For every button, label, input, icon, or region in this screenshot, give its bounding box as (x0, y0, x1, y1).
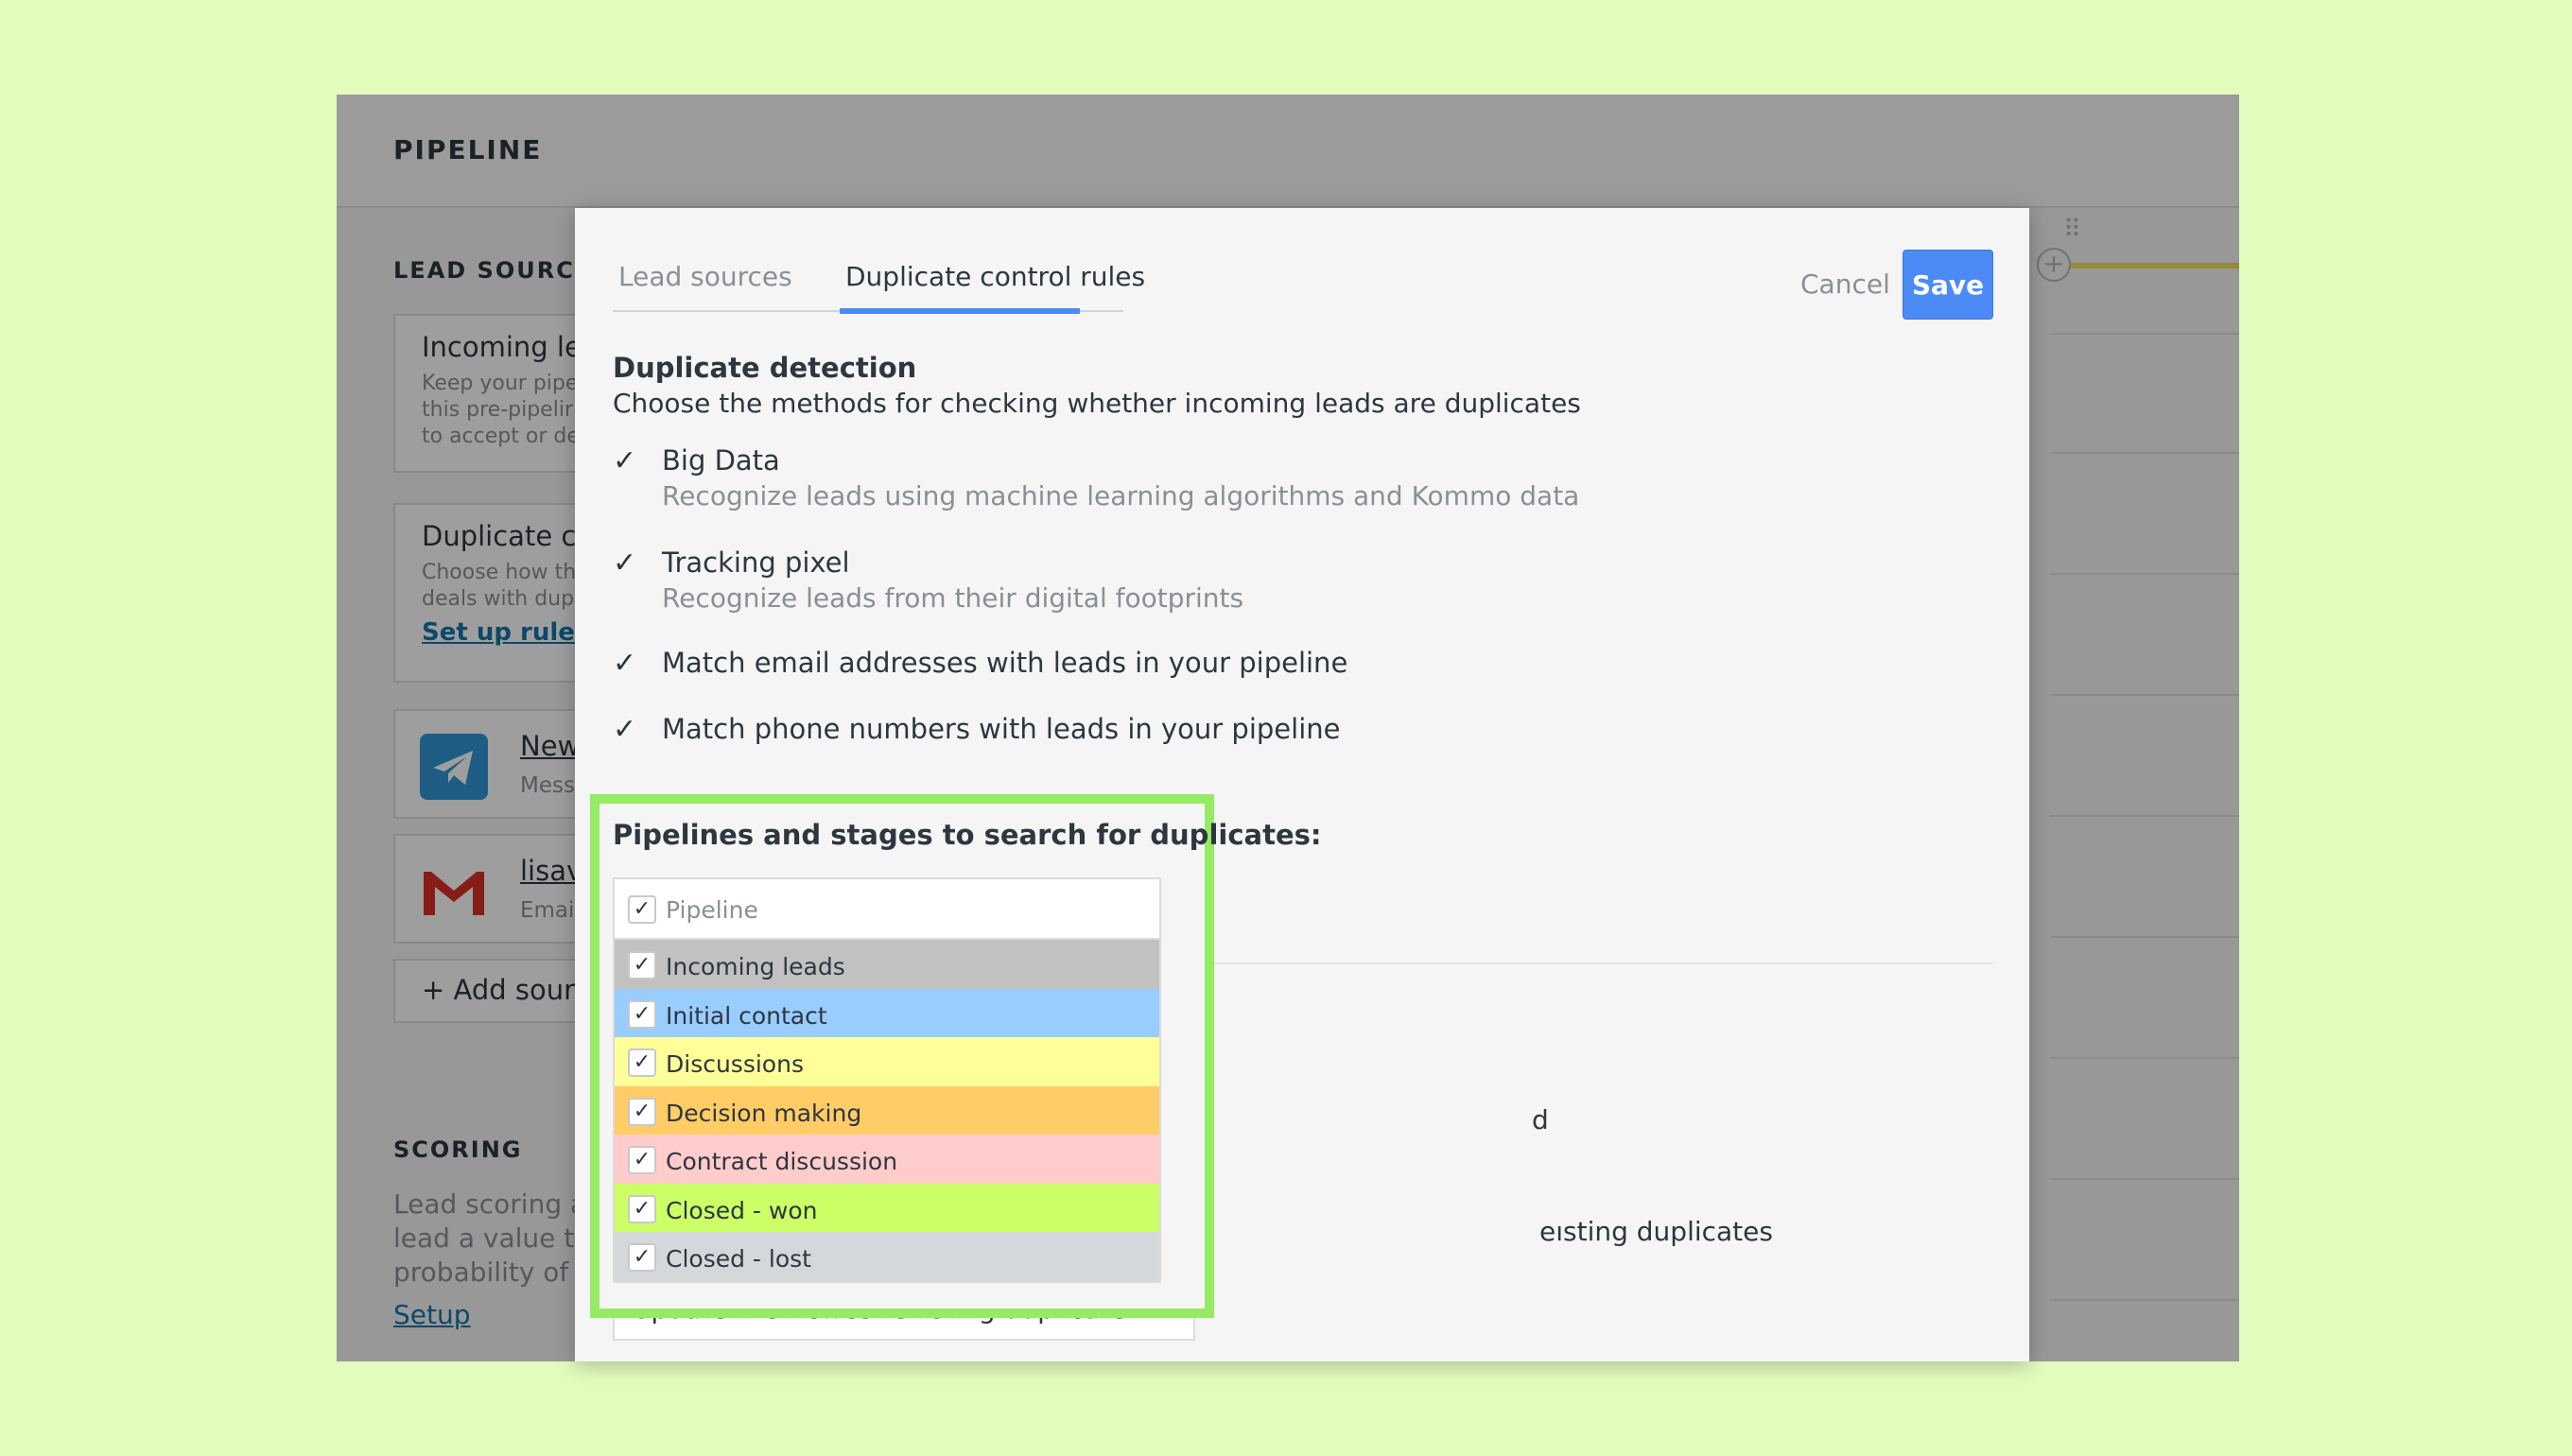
pipeline-header-row[interactable]: ✓ Pipeline (615, 879, 1159, 940)
duplicate-control-modal: Lead sources Duplicate control rules Can… (575, 208, 2029, 1361)
option-label: Tracking pixel (662, 546, 850, 579)
pipelines-highlight: Pipelines and stages to search for dupli… (590, 794, 1321, 1318)
stage-row-contract-discussion[interactable]: ✓ Contract discussion (615, 1135, 1159, 1184)
checkbox[interactable]: ✓ (628, 1243, 656, 1272)
duplicate-detection-title: Duplicate detection (613, 352, 917, 384)
option-desc: Recognize leads from their digital footp… (662, 582, 1244, 614)
checkbox[interactable]: ✓ (628, 1097, 656, 1126)
checkmark-icon[interactable]: ✓ (613, 647, 645, 680)
partial-text: d (1532, 1104, 1549, 1135)
checkmark-icon[interactable]: ✓ (613, 444, 645, 477)
stage-row-closed-lost[interactable]: ✓ Closed - lost (615, 1232, 1159, 1281)
checkbox[interactable]: ✓ (628, 951, 656, 979)
checkbox[interactable]: ✓ (628, 1194, 656, 1223)
partial-text: eısting duplicates (1539, 1216, 1773, 1247)
checkbox[interactable]: ✓ (628, 1049, 656, 1077)
stage-row-discussions[interactable]: ✓ Discussions (615, 1037, 1159, 1086)
checkmark-icon[interactable]: ✓ (613, 713, 645, 746)
checkbox[interactable]: ✓ (628, 999, 656, 1029)
tab-lead-sources[interactable]: Lead sources (618, 261, 792, 321)
save-button[interactable]: Save (1903, 250, 1993, 320)
duplicate-detection-desc: Choose the methods for checking whether … (613, 388, 1581, 419)
tab-duplicate-control-rules[interactable]: Duplicate control rules (845, 261, 1145, 321)
pipelines-label: Pipelines and stages to search for dupli… (613, 819, 1322, 851)
option-desc: Recognize leads using machine learning a… (662, 480, 1580, 511)
checkbox[interactable]: ✓ (628, 895, 656, 924)
stage-row-decision-making[interactable]: ✓ Decision making (615, 1085, 1159, 1135)
pipelines-dropdown[interactable]: ✓ Pipeline ✓ Incoming leads ✓ Initial co… (613, 877, 1161, 1283)
option-label: Match phone numbers with leads in your p… (662, 713, 1341, 745)
stage-row-closed-won[interactable]: ✓ Closed - won (615, 1183, 1159, 1232)
option-label: Match email addresses with leads in your… (662, 647, 1348, 679)
stage-row-initial-contact[interactable]: ✓ Initial contact (615, 988, 1159, 1037)
checkbox[interactable]: ✓ (628, 1146, 656, 1174)
stage-row-incoming-leads[interactable]: ✓ Incoming leads (615, 940, 1159, 989)
option-label: Big Data (662, 444, 780, 477)
cancel-button[interactable]: Cancel (1800, 269, 1890, 300)
checkmark-icon[interactable]: ✓ (613, 546, 645, 580)
